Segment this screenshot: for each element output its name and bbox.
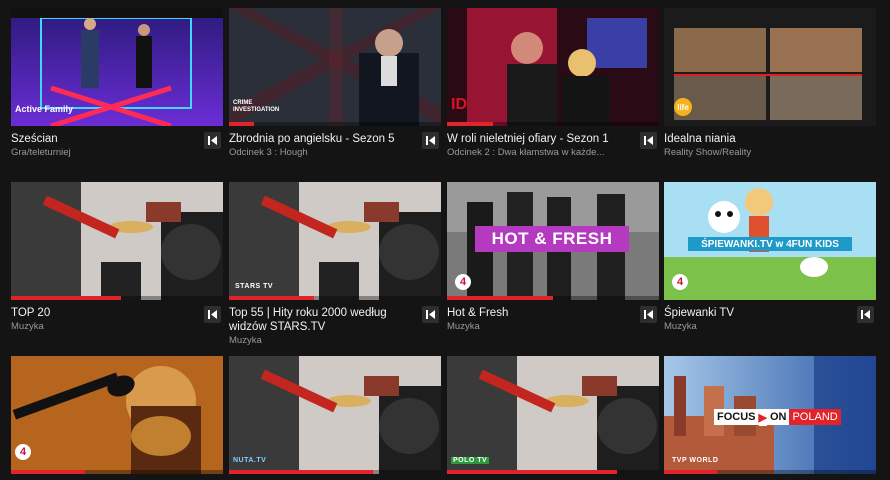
channel-logo: POLO TV (451, 457, 490, 464)
thumbnail[interactable]: CRIME INVESTIGATION (229, 8, 441, 126)
restart-button[interactable] (640, 132, 657, 149)
tile-subtitle: Muzyka (11, 321, 44, 332)
thumbnail[interactable]: FOCUS ▶ ON POLAND TVP WORLD (664, 356, 876, 474)
skip-back-icon (644, 310, 653, 319)
banner-on: ON (766, 409, 790, 425)
thumbnail[interactable]: STARS TV (229, 182, 441, 300)
thumbnail-art (447, 8, 659, 126)
tile-title: Hot & Fresh (447, 307, 509, 319)
restart-button[interactable] (204, 306, 221, 323)
channel-logo: STARS TV (235, 283, 274, 290)
progress-bar (664, 470, 717, 474)
progress-bar (229, 296, 314, 300)
channel-logo: CRIME INVESTIGATION (233, 100, 280, 113)
tile-title: W roli nieletniej ofiary - Sezon 1 (447, 133, 609, 145)
thumbnail[interactable]: ID (447, 8, 659, 126)
tile-title: TOP 20 (11, 307, 51, 319)
thumbnail[interactable]: ŚPIEWANKI.TV w 4FUN KIDS 4 (664, 182, 876, 300)
channel-logo: Active Family (15, 104, 74, 114)
tile-title: Sześcian (11, 133, 58, 145)
banner-focus: FOCUS (714, 409, 759, 425)
tile-subtitle: Odcinek 2 : Dwa kłamstwa w każde... (447, 147, 605, 158)
skip-back-icon (644, 136, 653, 145)
restart-button[interactable] (857, 306, 874, 323)
tile-subtitle: Muzyka (447, 321, 480, 332)
channel-logo: 4 (455, 274, 471, 290)
promo-banner: FOCUS ▶ ON POLAND (714, 408, 841, 426)
content-grid: Active Family Sześcian Gra/teleturniej C… (0, 0, 890, 480)
skip-back-icon (426, 136, 435, 145)
progress-bar (229, 122, 254, 126)
tile-subtitle: Gra/teleturniej (11, 147, 71, 158)
channel-logo: 4 (15, 444, 31, 460)
thumbnail[interactable]: life (664, 8, 876, 126)
skip-back-icon (426, 310, 435, 319)
promo-banner: HOT & FRESH (475, 226, 629, 252)
channel-logo: TVP WORLD (672, 457, 719, 464)
tile-subtitle: Reality Show/Reality (664, 147, 752, 158)
banner-poland: POLAND (789, 409, 841, 425)
channel-logo: ID (451, 96, 467, 113)
thumbnail[interactable]: Active Family (11, 8, 223, 126)
tile-title: Zbrodnia po angielsku - Sezon 5 (229, 133, 395, 145)
progress-bar (447, 296, 553, 300)
arrow-icon: ▶ (758, 408, 767, 426)
thumbnail[interactable] (11, 182, 223, 300)
tile-title: Idealna niania (664, 133, 736, 145)
thumbnail-art (11, 356, 223, 474)
progress-track (229, 122, 441, 126)
skip-back-icon (208, 310, 217, 319)
restart-button[interactable] (422, 306, 439, 323)
restart-button[interactable] (422, 132, 439, 149)
channel-logo: 4 (672, 274, 688, 290)
progress-bar (447, 470, 617, 474)
thumbnail[interactable]: HOT & FRESH 4 (447, 182, 659, 300)
channel-logo: life (674, 98, 692, 116)
promo-banner: ŚPIEWANKI.TV w 4FUN KIDS (688, 237, 852, 251)
tile-title: Śpiewanki TV (664, 307, 735, 319)
progress-bar (229, 470, 373, 474)
progress-bar (11, 470, 85, 474)
progress-bar (447, 122, 493, 126)
thumbnail[interactable]: 4 (11, 356, 223, 474)
thumbnail-art (664, 8, 876, 126)
restart-button[interactable] (640, 306, 657, 323)
progress-bar (11, 296, 121, 300)
skip-back-icon (208, 136, 217, 145)
tile-subtitle: Odcinek 3 : Hough (229, 147, 308, 158)
tile-subtitle: Muzyka (229, 335, 262, 346)
tile-title: Top 55 | Hity roku 2000 według widzów ST… (229, 307, 387, 333)
skip-back-icon (861, 310, 870, 319)
thumbnail-art (11, 182, 223, 300)
tile-subtitle: Muzyka (664, 321, 697, 332)
thumbnail[interactable]: POLO TV (447, 356, 659, 474)
channel-logo: NUTA.TV (233, 457, 267, 464)
thumbnail[interactable]: NUTA.TV (229, 356, 441, 474)
restart-button[interactable] (204, 132, 221, 149)
